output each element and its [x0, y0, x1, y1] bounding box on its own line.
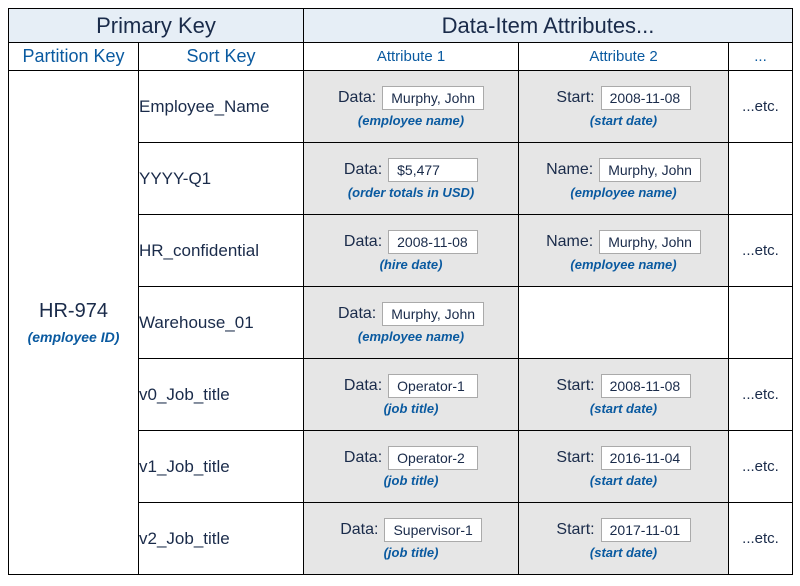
attribute-2-cell: Start: 2008-11-08 (start date) — [519, 71, 729, 143]
attr-label: Start: — [556, 377, 594, 395]
attribute-1-cell: Data: Operator-2 (job title) — [304, 431, 519, 503]
more-attributes-cell — [729, 143, 793, 215]
partition-key-value: HR-974 — [9, 300, 138, 323]
header-attribute-2: Attribute 2 — [519, 43, 729, 71]
attr-label: Data: — [344, 161, 382, 179]
attribute-1-cell: Data: 2008-11-08 (hire date) — [304, 215, 519, 287]
attr-note: (employee name) — [519, 185, 728, 200]
attribute-2-cell: Start: 2017-11-01 (start date) — [519, 503, 729, 575]
attr-value: Murphy, John — [599, 230, 701, 254]
attr-label: Data: — [338, 89, 376, 107]
attr-label: Start: — [556, 89, 594, 107]
dynamodb-schema-table: Primary Key Data-Item Attributes... Part… — [8, 8, 793, 575]
more-attributes-cell: ...etc. — [729, 71, 793, 143]
attribute-2-cell: Name: Murphy, John (employee name) — [519, 215, 729, 287]
attr-note: (employee name) — [519, 257, 728, 272]
attr-label: Name: — [546, 233, 593, 251]
attr-value: 2016-11-04 — [601, 446, 691, 470]
sort-key-cell: HR_confidential — [139, 215, 304, 287]
attr-label: Data: — [338, 305, 376, 323]
partition-key-cell: HR-974 (employee ID) — [9, 71, 139, 575]
attr-label: Start: — [556, 449, 594, 467]
more-attributes-cell: ...etc. — [729, 215, 793, 287]
attr-value: Operator-2 — [388, 446, 478, 470]
attr-value: 2017-11-01 — [601, 518, 691, 542]
attr-label: Data: — [344, 449, 382, 467]
attr-label: Start: — [556, 521, 594, 539]
attr-label: Name: — [546, 161, 593, 179]
attribute-1-cell: Data: Murphy, John (employee name) — [304, 287, 519, 359]
header-more: ... — [729, 43, 793, 71]
attribute-1-cell: Data: Operator-1 (job title) — [304, 359, 519, 431]
attr-label: Data: — [340, 521, 378, 539]
header-partition-key: Partition Key — [9, 43, 139, 71]
more-attributes-cell: ...etc. — [729, 503, 793, 575]
attribute-2-cell: Start: 2016-11-04 (start date) — [519, 431, 729, 503]
attr-note: (hire date) — [304, 257, 518, 272]
attr-note: (start date) — [519, 113, 728, 128]
attribute-2-cell — [519, 287, 729, 359]
attribute-2-cell: Start: 2008-11-08 (start date) — [519, 359, 729, 431]
attribute-2-cell: Name: Murphy, John (employee name) — [519, 143, 729, 215]
more-attributes-cell: ...etc. — [729, 359, 793, 431]
attr-value: 2008-11-08 — [388, 230, 478, 254]
attr-value: Operator-1 — [388, 374, 478, 398]
header-sort-key: Sort Key — [139, 43, 304, 71]
attr-value: Murphy, John — [382, 302, 484, 326]
attr-note: (start date) — [519, 545, 728, 560]
sort-key-cell: v0_Job_title — [139, 359, 304, 431]
attr-value: $5,477 — [388, 158, 478, 182]
attribute-1-cell: Data: Murphy, John (employee name) — [304, 71, 519, 143]
attr-note: (job title) — [304, 545, 518, 560]
partition-key-note: (employee ID) — [9, 329, 138, 345]
attr-note: (start date) — [519, 473, 728, 488]
more-attributes-cell: ...etc. — [729, 431, 793, 503]
attribute-1-cell: Data: $5,477 (order totals in USD) — [304, 143, 519, 215]
attr-note: (employee name) — [304, 113, 518, 128]
attr-value: Murphy, John — [599, 158, 701, 182]
attr-note: (start date) — [519, 401, 728, 416]
attr-note: (order totals in USD) — [304, 185, 518, 200]
sort-key-cell: Warehouse_01 — [139, 287, 304, 359]
attr-value: Supervisor-1 — [384, 518, 481, 542]
attr-label: Data: — [344, 377, 382, 395]
attr-label: Data: — [344, 233, 382, 251]
header-data-item-attributes: Data-Item Attributes... — [304, 9, 793, 43]
sort-key-cell: Employee_Name — [139, 71, 304, 143]
more-attributes-cell — [729, 287, 793, 359]
sort-key-cell: v2_Job_title — [139, 503, 304, 575]
attr-value: Murphy, John — [382, 86, 484, 110]
attr-note: (job title) — [304, 401, 518, 416]
attr-value: 2008-11-08 — [601, 374, 691, 398]
sort-key-cell: v1_Job_title — [139, 431, 304, 503]
header-primary-key: Primary Key — [9, 9, 304, 43]
attr-value: 2008-11-08 — [601, 86, 691, 110]
attr-note: (job title) — [304, 473, 518, 488]
attr-note: (employee name) — [304, 329, 518, 344]
header-attribute-1: Attribute 1 — [304, 43, 519, 71]
attribute-1-cell: Data: Supervisor-1 (job title) — [304, 503, 519, 575]
sort-key-cell: YYYY-Q1 — [139, 143, 304, 215]
